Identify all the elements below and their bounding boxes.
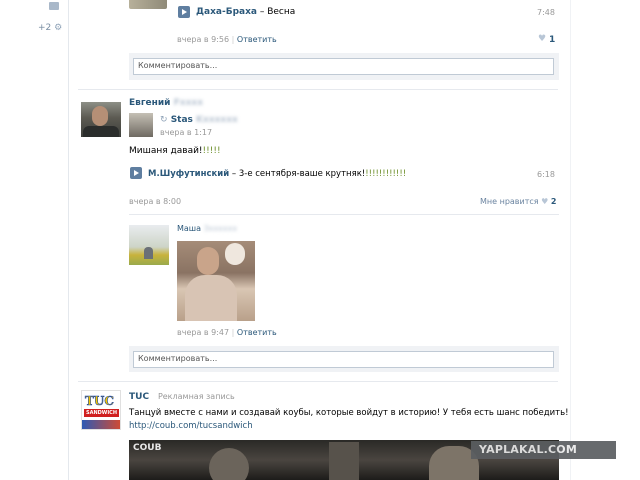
play-icon[interactable] (178, 6, 190, 18)
track-artist-link[interactable]: Даха-Браха (196, 7, 257, 17)
tuc-logo-subtext: SANDWICH (84, 409, 120, 417)
ad-label: Рекламная запись (157, 392, 235, 401)
ad-author-link[interactable]: TUC (129, 392, 149, 402)
coub-label: COUB (133, 443, 162, 453)
post1-track: Даха-Браха – Весна (196, 7, 295, 17)
tuc-logo[interactable]: TUC SANDWICH (81, 390, 121, 430)
gear-icon: ⚙ (54, 23, 63, 33)
avatar[interactable] (81, 102, 121, 137)
like-label: Мне нравится (480, 197, 539, 206)
watermark: YAPLAKAL.COM (471, 441, 616, 459)
feed-left-border (68, 0, 69, 480)
reply-divider (129, 214, 559, 215)
ad-text: Танцуй вместе с нами и создавай коубы, к… (129, 408, 569, 418)
author-lastname-blurred: Fxxxx (173, 98, 203, 108)
ad-link[interactable]: http://coub.com/tucsandwich (129, 421, 253, 431)
comment-input[interactable]: Комментировать... (133, 351, 554, 368)
track-duration: 7:48 (537, 8, 555, 17)
track-dash: – (256, 7, 268, 17)
author-name-link[interactable]: Евгений (129, 98, 170, 108)
post2-like-area[interactable]: Мне нравится ♥ 2 (480, 197, 556, 206)
share-count-text: +2 (38, 23, 52, 33)
post-divider (78, 89, 558, 90)
comment-input[interactable]: Комментировать... (133, 58, 554, 75)
post1-photo-thumb[interactable] (129, 0, 167, 9)
post1-like-count[interactable]: 1 (549, 35, 555, 45)
repost-avatar[interactable] (129, 113, 153, 137)
track-artist-link[interactable]: М.Шуфутинский (148, 169, 229, 179)
track-duration: 6:18 (537, 170, 555, 179)
comment-timestamp: вчера в 9:47 | Ответить (177, 328, 277, 337)
feed-right-border (570, 0, 571, 480)
post2-track: М.Шуфутинский – 3-е сентября-ваше крутня… (148, 169, 406, 179)
track-title: 3-е сентября-ваше крутняк! (238, 169, 366, 179)
post1-timestamp: вчера в 9:56 | Ответить (177, 35, 277, 44)
play-icon[interactable] (130, 167, 142, 179)
commenter-lastname-blurred: Зxxxxxx (203, 224, 238, 233)
repost-lastname-blurred: Kxxxxxx (196, 115, 238, 125)
reply-link[interactable]: Ответить (237, 35, 277, 44)
post-text-main: Мишаня давай! (129, 146, 203, 156)
share-counter[interactable]: +2 ⚙ (38, 23, 62, 33)
repost-author: ↻ Stas Kxxxxxx (160, 115, 238, 125)
track-dash: – (229, 169, 239, 179)
post-divider (78, 381, 558, 382)
tuc-logo-text: TUC (85, 394, 115, 409)
track-title-excl: !!!!!!!!!!!! (365, 169, 407, 179)
repost-timestamp[interactable]: вчера в 1:17 (160, 128, 212, 137)
repost-icon: ↻ (160, 115, 168, 125)
timestamp-link[interactable]: вчера в 9:56 (177, 35, 229, 44)
commenter-name-link[interactable]: Маша (177, 224, 201, 233)
repost-author-link[interactable]: Stas (171, 115, 193, 125)
post2-text: Мишаня давай!!!!!! (129, 146, 221, 156)
track-title: Весна (267, 7, 296, 17)
commenter-name: Маша Зxxxxxx (177, 224, 237, 233)
comment-icon[interactable] (49, 2, 59, 10)
commenter-avatar[interactable] (129, 225, 169, 265)
comment-reply-link[interactable]: Ответить (237, 328, 277, 337)
comment-time-link[interactable]: вчера в 9:47 (177, 328, 229, 337)
like-heart-icon[interactable]: ♥ (538, 34, 546, 44)
ad-header: TUC Рекламная запись (129, 392, 235, 402)
watermark-text: YAPLAKAL.COM (479, 443, 578, 456)
like-count: 2 (550, 197, 557, 206)
like-heart-icon: ♥ (541, 197, 549, 206)
post2-timestamp[interactable]: вчера в 8:00 (129, 197, 181, 206)
post-text-excl: !!!!! (202, 146, 221, 156)
post2-author: Евгений Fxxxx (129, 98, 203, 108)
comment-photo[interactable] (177, 241, 255, 321)
